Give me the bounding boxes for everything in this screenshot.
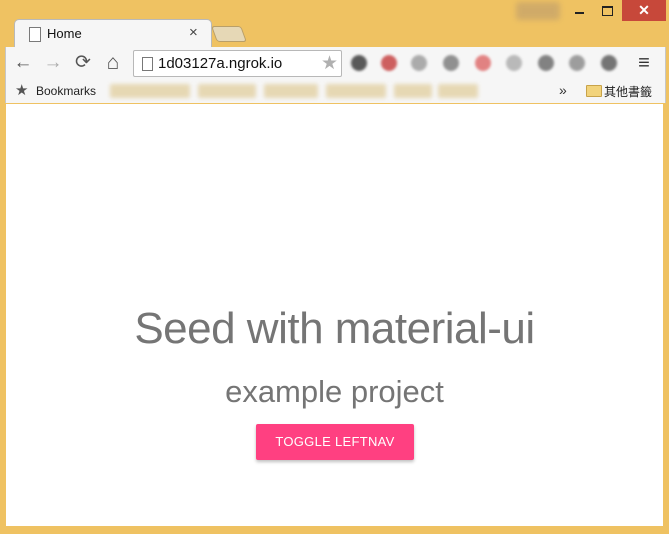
page-viewport: Seed with material-ui example project TO… bbox=[6, 104, 663, 526]
bookmark-item[interactable] bbox=[264, 84, 318, 98]
page-icon bbox=[29, 27, 41, 42]
star-icon: ★ bbox=[15, 82, 29, 99]
browser-window: ✕ Home × ← → ⟳ ⌂ 1d03127a.ngrok.io ★ ≡ ★… bbox=[0, 0, 669, 534]
back-icon[interactable]: ← bbox=[12, 52, 34, 74]
toggle-leftnav-button[interactable]: TOGGLE LEFTNAV bbox=[256, 424, 414, 460]
extension-icon[interactable] bbox=[601, 55, 617, 71]
extension-icon[interactable] bbox=[443, 55, 459, 71]
other-bookmarks-label[interactable]: 其他書籤 bbox=[604, 83, 652, 100]
minimize-button[interactable] bbox=[565, 0, 592, 22]
bookmark-item[interactable] bbox=[326, 84, 386, 98]
extension-icon[interactable] bbox=[351, 55, 367, 71]
profile-avatar[interactable] bbox=[516, 2, 560, 20]
bookmark-item[interactable] bbox=[394, 84, 432, 98]
forward-icon[interactable]: → bbox=[42, 52, 64, 74]
menu-icon[interactable]: ≡ bbox=[635, 52, 653, 74]
bookmark-item[interactable] bbox=[198, 84, 256, 98]
reload-icon[interactable]: ⟳ bbox=[72, 52, 94, 74]
page-icon bbox=[142, 57, 153, 71]
tab-home[interactable]: Home × bbox=[14, 19, 212, 48]
browser-toolbar: ← → ⟳ ⌂ 1d03127a.ngrok.io ★ ≡ bbox=[5, 47, 666, 79]
bookmark-item[interactable] bbox=[110, 84, 190, 98]
maximize-button[interactable] bbox=[594, 0, 621, 22]
extension-icon[interactable] bbox=[506, 55, 522, 71]
folder-icon bbox=[586, 85, 602, 97]
tab-title: Home bbox=[47, 26, 82, 41]
address-bar[interactable]: 1d03127a.ngrok.io ★ bbox=[133, 50, 342, 77]
url-text[interactable]: 1d03127a.ngrok.io bbox=[158, 55, 282, 72]
home-icon[interactable]: ⌂ bbox=[102, 52, 124, 74]
extension-icon[interactable] bbox=[411, 55, 427, 71]
star-icon[interactable]: ★ bbox=[321, 52, 338, 75]
close-icon[interactable]: × bbox=[189, 24, 198, 41]
extension-icon[interactable] bbox=[475, 55, 491, 71]
bookmarks-bar: ★ Bookmarks » 其他書籤 bbox=[5, 79, 666, 103]
new-tab-button[interactable] bbox=[211, 26, 247, 42]
extension-icon[interactable] bbox=[538, 55, 554, 71]
bookmarks-label[interactable]: Bookmarks bbox=[36, 84, 96, 98]
extension-icon[interactable] bbox=[569, 55, 585, 71]
page-subtitle: example project bbox=[225, 374, 444, 409]
bookmarks-overflow-chevron[interactable]: » bbox=[559, 82, 567, 98]
bookmark-item[interactable] bbox=[438, 84, 478, 98]
extension-icon[interactable] bbox=[381, 55, 397, 71]
window-close-button[interactable]: ✕ bbox=[622, 0, 666, 21]
page-title: Seed with material-ui bbox=[134, 304, 535, 353]
